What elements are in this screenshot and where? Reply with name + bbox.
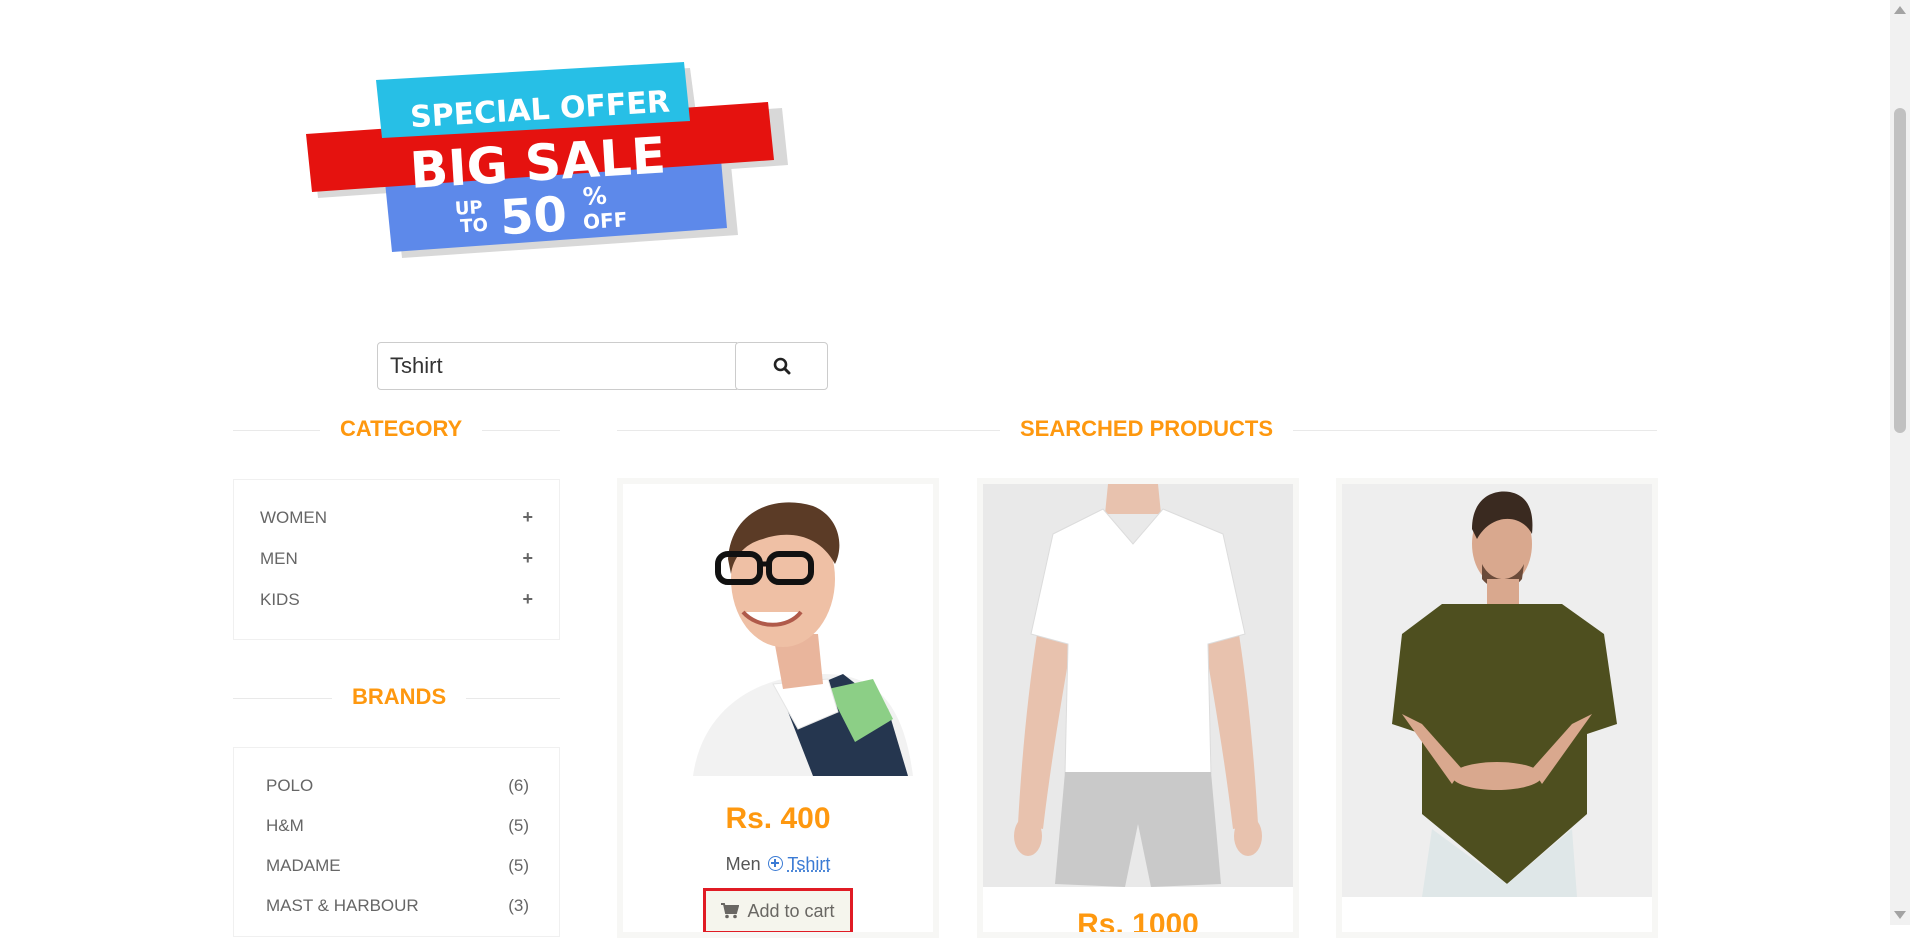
search-input[interactable] bbox=[377, 342, 737, 390]
brand-item-mast-harbour[interactable]: MAST & HARBOUR (3) bbox=[266, 896, 529, 916]
vertical-scrollbar[interactable] bbox=[1890, 0, 1910, 925]
plus-icon[interactable]: + bbox=[522, 507, 533, 528]
brand-count: (5) bbox=[508, 816, 529, 836]
banner-to: TO bbox=[460, 215, 489, 238]
brand-label: MAST & HARBOUR bbox=[266, 896, 419, 916]
shopping-cart-icon bbox=[721, 903, 739, 919]
plus-circle-icon bbox=[768, 856, 783, 871]
brands-title: BRANDS bbox=[332, 684, 466, 710]
product-card bbox=[1336, 478, 1658, 938]
product-price: Rs. 400 bbox=[623, 802, 933, 836]
search-button[interactable] bbox=[735, 342, 828, 390]
search-icon bbox=[773, 357, 791, 375]
plus-icon[interactable]: + bbox=[522, 589, 533, 610]
add-to-cart-button[interactable]: Add to cart bbox=[703, 888, 853, 934]
banner-off: OFF bbox=[582, 207, 628, 234]
brand-label: H&M bbox=[266, 816, 304, 836]
banner-percent: 50 bbox=[498, 186, 568, 246]
brand-label: MADAME bbox=[266, 856, 341, 876]
category-item-kids[interactable]: KIDS + bbox=[260, 589, 533, 610]
brand-item-hm[interactable]: H&M (5) bbox=[266, 816, 529, 836]
product-card: Rs. 400 Men Tshirt Add to cart bbox=[617, 478, 939, 938]
category-item-label: MEN bbox=[260, 549, 298, 569]
product-image[interactable] bbox=[623, 484, 933, 776]
product-subcategory-link[interactable]: Tshirt bbox=[787, 854, 830, 874]
sale-banner-graphic: SPECIAL OFFER BIG SALE UP TO 50 % OFF bbox=[300, 40, 800, 270]
category-title: CATEGORY bbox=[320, 416, 482, 442]
category-item-women[interactable]: WOMEN + bbox=[260, 507, 533, 528]
brand-item-polo[interactable]: POLO (6) bbox=[266, 776, 529, 796]
product-category: Men bbox=[726, 854, 761, 874]
brand-count: (5) bbox=[508, 856, 529, 876]
brand-label: POLO bbox=[266, 776, 313, 796]
brand-item-madame[interactable]: MADAME (5) bbox=[266, 856, 529, 876]
plus-icon[interactable]: + bbox=[522, 548, 533, 569]
category-item-men[interactable]: MEN + bbox=[260, 548, 533, 569]
scrollbar-thumb[interactable] bbox=[1894, 108, 1906, 433]
product-card: Rs. 1000 bbox=[977, 478, 1299, 938]
product-image[interactable] bbox=[1342, 484, 1652, 897]
brand-count: (3) bbox=[508, 896, 529, 916]
search-form bbox=[377, 342, 828, 390]
scroll-up-icon[interactable] bbox=[1894, 6, 1906, 14]
brands-panel: POLO (6) H&M (5) MADAME (5) MAST & HARBO… bbox=[233, 747, 560, 937]
add-to-cart-label: Add to cart bbox=[747, 901, 834, 922]
category-item-label: WOMEN bbox=[260, 508, 327, 528]
product-price: Rs. 1000 bbox=[983, 908, 1293, 938]
category-item-label: KIDS bbox=[260, 590, 300, 610]
banner-percent-sign: % bbox=[582, 182, 608, 211]
sale-banner: SPECIAL OFFER BIG SALE UP TO 50 % OFF bbox=[300, 40, 800, 270]
products-title: SEARCHED PRODUCTS bbox=[1000, 416, 1293, 442]
scroll-down-icon[interactable] bbox=[1894, 911, 1906, 919]
product-meta: Men Tshirt bbox=[623, 854, 933, 875]
brand-count: (6) bbox=[508, 776, 529, 796]
category-panel: WOMEN + MEN + KIDS + bbox=[233, 479, 560, 640]
product-image[interactable] bbox=[983, 484, 1293, 887]
